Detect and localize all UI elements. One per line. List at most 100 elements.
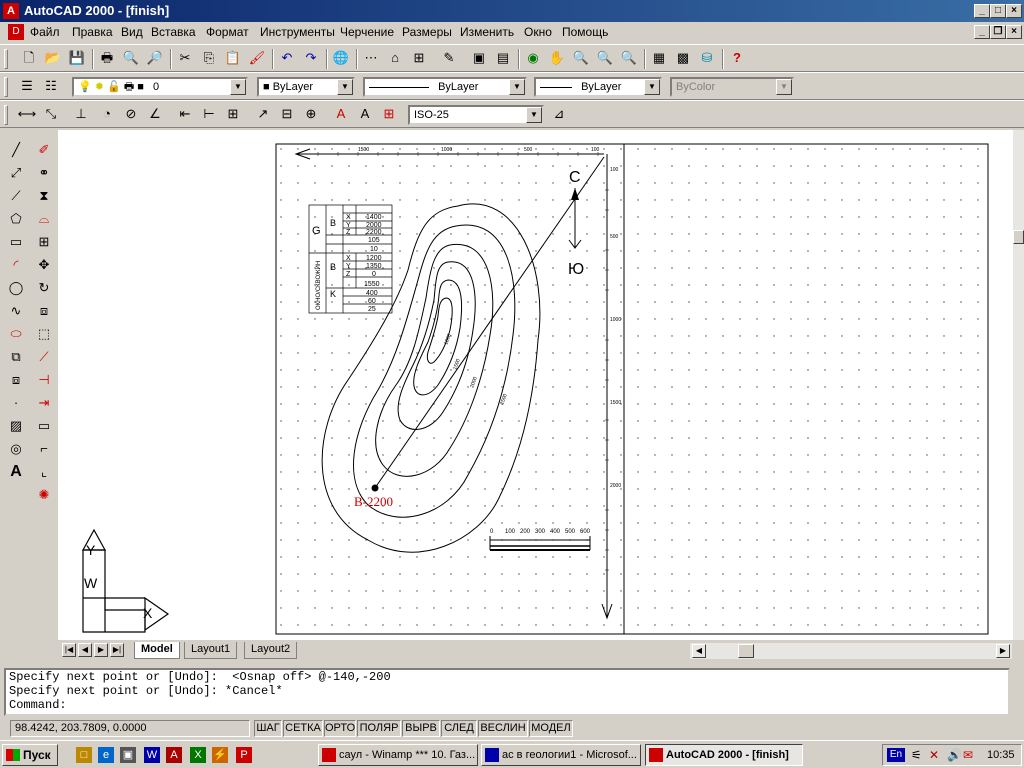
dimstyle-combo[interactable]: ISO-25 ▼ bbox=[408, 105, 544, 125]
3d-orbit-icon[interactable]: ◉ bbox=[522, 47, 544, 69]
distance-icon[interactable]: ⊞ bbox=[408, 47, 430, 69]
menu-view[interactable]: Вид bbox=[121, 25, 143, 39]
excel-icon[interactable]: X bbox=[190, 747, 206, 763]
zoom-window-icon[interactable]: 🔍 bbox=[594, 47, 616, 69]
menu-dimension[interactable]: Размеры bbox=[402, 25, 452, 39]
move-icon[interactable]: ✥ bbox=[32, 253, 56, 276]
dimension-style-icon[interactable]: ⊿ bbox=[548, 103, 570, 125]
internet-explorer-icon[interactable]: e bbox=[98, 747, 114, 763]
autocad-app-icon[interactable]: A bbox=[3, 3, 19, 19]
make-object-layer-current-icon[interactable]: ☷ bbox=[40, 75, 62, 97]
rectangle-icon[interactable]: ▭ bbox=[4, 230, 28, 253]
region-icon[interactable]: ◎ bbox=[4, 437, 28, 460]
scale-icon[interactable]: ⧈ bbox=[32, 299, 56, 322]
explorer-icon[interactable]: □ bbox=[76, 747, 92, 763]
copy-object-icon[interactable]: ⚭ bbox=[32, 161, 56, 184]
find-icon[interactable]: 🔎 bbox=[144, 47, 166, 69]
line-icon[interactable]: ╱ bbox=[4, 138, 28, 161]
redo-icon[interactable]: ↷ bbox=[300, 47, 322, 69]
chevron-down-icon[interactable]: ▼ bbox=[644, 79, 660, 95]
hatch-icon[interactable]: ▨ bbox=[4, 414, 28, 437]
aerial-view-icon[interactable]: ▣ bbox=[468, 47, 490, 69]
print-icon[interactable]: 🖶 bbox=[96, 47, 118, 69]
aligned-dimension-icon[interactable]: ⤡ bbox=[40, 103, 62, 125]
radius-dimension-icon[interactable]: ◔ bbox=[96, 103, 118, 125]
volume-icon[interactable]: 🔊 bbox=[947, 748, 962, 762]
pan-icon[interactable]: ✋ bbox=[546, 47, 568, 69]
chevron-down-icon[interactable]: ▼ bbox=[337, 79, 353, 95]
menu-window[interactable]: Окно bbox=[524, 25, 552, 39]
access-icon[interactable]: A bbox=[166, 747, 182, 763]
baseline-dimension-icon[interactable]: ⊢ bbox=[198, 103, 220, 125]
document-icon[interactable]: D bbox=[8, 24, 24, 40]
leader-icon[interactable]: ↗ bbox=[252, 103, 274, 125]
command-prompt[interactable]: Command: bbox=[6, 698, 1008, 712]
lwt-toggle[interactable]: ВЕСЛИН bbox=[478, 720, 528, 737]
chevron-down-icon[interactable]: ▼ bbox=[230, 79, 246, 95]
osnap-toggle[interactable]: ВЫРВ bbox=[402, 720, 440, 737]
task-autocad[interactable]: AutoCAD 2000 - [finish] bbox=[645, 744, 803, 766]
make-block-icon[interactable]: ⧈ bbox=[4, 368, 28, 391]
mirror-icon[interactable]: ⧗ bbox=[32, 184, 56, 207]
chevron-down-icon[interactable]: ▼ bbox=[526, 107, 542, 123]
diameter-dimension-icon[interactable]: ⊘ bbox=[120, 103, 142, 125]
chamfer-icon[interactable]: ⌐ bbox=[32, 437, 56, 460]
new-file-icon[interactable]: 🗋 bbox=[18, 47, 40, 69]
task-word[interactable]: ас в геологии1 - Microsof... bbox=[481, 744, 641, 766]
zoom-realtime-icon[interactable]: 🔍 bbox=[570, 47, 592, 69]
dimension-text-edit-icon[interactable]: A bbox=[354, 103, 376, 125]
toolbar-grip[interactable] bbox=[4, 105, 8, 125]
doc-minimize-button[interactable]: _ bbox=[974, 25, 990, 39]
toolbar-grip[interactable] bbox=[4, 77, 8, 97]
arc-icon[interactable]: ◜ bbox=[4, 253, 28, 276]
polygon-icon[interactable]: ⬠ bbox=[4, 207, 28, 230]
erase-icon[interactable]: ✐ bbox=[32, 138, 56, 161]
paste-icon[interactable]: 📋 bbox=[222, 47, 244, 69]
match-properties-icon[interactable]: 🖌 bbox=[246, 47, 268, 69]
prev-tab-icon[interactable]: ◀ bbox=[78, 643, 92, 657]
help-icon[interactable]: ? bbox=[726, 47, 748, 69]
print-preview-icon[interactable]: 🔍 bbox=[120, 47, 142, 69]
doc-restore-button[interactable]: ❐ bbox=[990, 25, 1006, 39]
command-window[interactable]: Specify next point or [Undo]: <Osnap off… bbox=[4, 668, 1010, 716]
grid-toggle[interactable]: СЕТКА bbox=[283, 720, 323, 737]
scroll-thumb[interactable] bbox=[1013, 230, 1024, 244]
powerpoint-icon[interactable]: P bbox=[236, 747, 252, 763]
drawing-svg[interactable]: 1500 1000 500 100 100 500 1000 1500 2000… bbox=[58, 130, 1014, 640]
vertical-scrollbar[interactable] bbox=[1013, 130, 1024, 640]
ordinate-dimension-icon[interactable]: ⊥ bbox=[70, 103, 92, 125]
ellipse-icon[interactable]: ⬭ bbox=[4, 322, 28, 345]
zoom-previous-icon[interactable]: 🔍 bbox=[618, 47, 640, 69]
redraw-icon[interactable]: ✎ bbox=[438, 47, 460, 69]
menu-edit[interactable]: Правка bbox=[72, 25, 113, 39]
dbconnect-icon[interactable]: ⛁ bbox=[696, 47, 718, 69]
tab-model[interactable]: Model bbox=[134, 642, 180, 659]
doc-close-button[interactable]: × bbox=[1006, 25, 1022, 39]
copy-icon[interactable]: ⎘ bbox=[198, 47, 220, 69]
next-tab-icon[interactable]: ▶ bbox=[94, 643, 108, 657]
scroll-thumb[interactable] bbox=[738, 644, 754, 658]
ortho-toggle[interactable]: ОРТО bbox=[324, 720, 356, 737]
angular-dimension-icon[interactable]: ∠ bbox=[144, 103, 166, 125]
task-winamp[interactable]: саул - Winamp *** 10. Газ... bbox=[318, 744, 478, 766]
design-center-icon[interactable]: ▩ bbox=[672, 47, 694, 69]
color-combo[interactable]: ■ ByLayer ▼ bbox=[257, 77, 355, 97]
snap-toggle[interactable]: ШАГ bbox=[254, 720, 282, 737]
trim-icon[interactable]: ⊣ bbox=[32, 368, 56, 391]
toolbar-grip[interactable] bbox=[4, 49, 8, 69]
ucs-icon[interactable]: ⌂ bbox=[384, 47, 406, 69]
offset-icon[interactable]: ⌓ bbox=[32, 207, 56, 230]
antivirus-icon[interactable]: ✕ bbox=[929, 748, 939, 762]
drawing-canvas[interactable]: 1500 1000 500 100 100 500 1000 1500 2000… bbox=[58, 130, 1014, 640]
menu-format[interactable]: Формат bbox=[206, 25, 249, 39]
internet-icon[interactable]: 🌐 bbox=[330, 47, 352, 69]
layers-icon[interactable]: ☰ bbox=[16, 75, 38, 97]
linear-dimension-icon[interactable]: ⟷ bbox=[16, 103, 38, 125]
insert-block-icon[interactable]: ⧉ bbox=[4, 345, 28, 368]
dimension-update-icon[interactable]: ⊞ bbox=[378, 103, 400, 125]
open-file-icon[interactable]: 📂 bbox=[42, 47, 64, 69]
last-tab-icon[interactable]: ▶| bbox=[110, 643, 124, 657]
menu-insert[interactable]: Вставка bbox=[151, 25, 196, 39]
tolerance-icon[interactable]: ⊟ bbox=[276, 103, 298, 125]
winamp-icon[interactable]: ⚡ bbox=[212, 747, 228, 763]
